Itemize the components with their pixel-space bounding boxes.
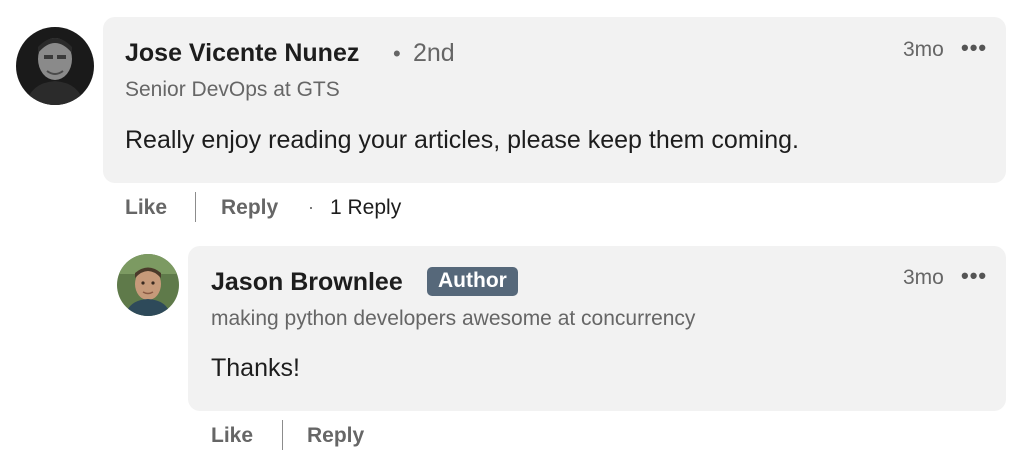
reply-avatar[interactable] [117,254,179,316]
reply-author-name[interactable]: Jason Brownlee [211,268,403,297]
more-options-icon[interactable]: ••• [961,35,987,61]
reply-timestamp: 3mo [903,266,944,289]
comment-timestamp: 3mo [903,38,944,61]
author-badge: Author [427,267,518,296]
avatar-photo [16,27,94,105]
avatar[interactable] [16,27,94,105]
reply-button[interactable]: Reply [221,196,278,220]
reply-author-headline: making python developers awesome at conc… [211,307,696,330]
degree-separator: • [393,41,401,66]
reply-button[interactable]: Reply [307,424,364,448]
comment-author-headline: Senior DevOps at GTS [125,78,340,101]
reply-count-separator: · [308,197,314,217]
avatar-photo [117,254,179,316]
action-divider [282,420,283,450]
reply-text: Thanks! [211,354,300,382]
reply-count-link[interactable]: 1 Reply [330,196,401,220]
comment-author-name[interactable]: Jose Vicente Nunez [125,39,359,68]
like-button[interactable]: Like [125,196,167,220]
connection-degree: 2nd [413,39,455,67]
like-button[interactable]: Like [211,424,253,448]
more-options-icon[interactable]: ••• [961,263,987,289]
action-divider [195,192,196,222]
comment-text: Really enjoy reading your articles, plea… [125,126,799,154]
